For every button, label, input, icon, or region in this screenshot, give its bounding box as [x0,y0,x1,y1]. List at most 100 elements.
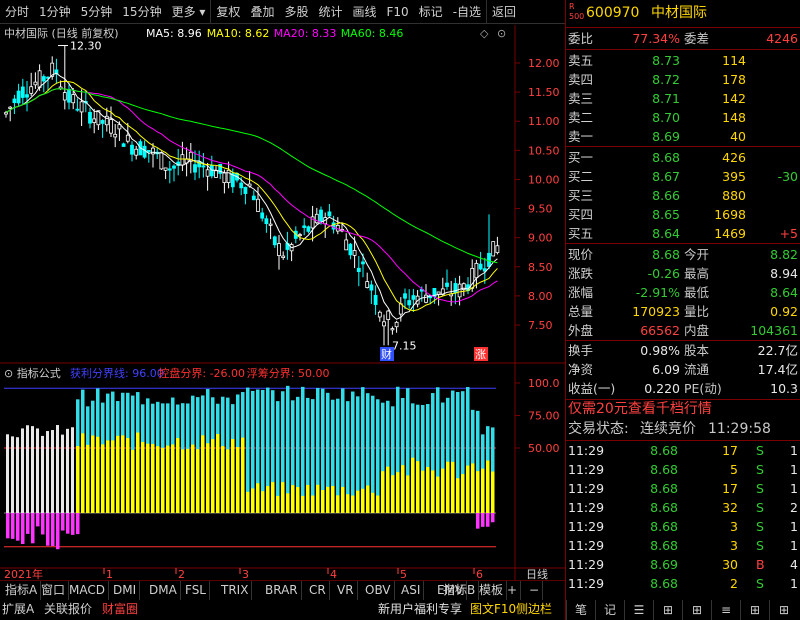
candle-body [348,243,353,256]
indicator-tab-1[interactable]: 窗口 [38,581,70,600]
wealth-circle-button[interactable]: 财富圈 [102,600,138,619]
ask-row[interactable]: 卖二 8.70 148 [566,108,800,127]
chart-area[interactable]: 中材国际 (日线 前复权) MA5: 8.96 MA10: 8.62 MA20: 8.… [0,25,565,581]
ask-row[interactable]: 卖三 8.71 142 [566,89,800,108]
bid-volume: 395 [722,169,746,184]
indicator-tab-4[interactable]: DMA [146,581,181,600]
bottom-icon-6[interactable]: ⊞ [740,600,769,620]
weicha-value: 4246 [766,31,798,46]
toolbar-item-9[interactable]: 画线 [347,0,381,24]
indicator-bar [86,444,90,513]
indicator-bar [251,488,255,513]
indicator-bar [186,448,190,513]
candle-body [319,209,323,222]
bottom-icon-2[interactable]: ☰ [624,600,653,620]
bottom-icon-4[interactable]: ⊞ [682,600,711,620]
toolbar-item-13[interactable]: 返回 [486,0,521,24]
toolbar-item-5[interactable]: 复权 [210,0,245,24]
bottom-icon-3[interactable]: ⊞ [653,600,682,620]
toolbar-item-2[interactable]: 5分钟 [76,0,118,24]
indicator-bar [431,470,435,513]
candle-body [344,239,349,251]
toolbar-item-0[interactable]: 分时 [0,0,34,24]
chart-title: 中材国际 (日线 前复权) [4,26,119,40]
indicator-tab-10[interactable]: OBV [362,581,395,600]
toolbar-item-4[interactable]: 更多 ▾ [167,0,211,24]
f10-button[interactable]: 图文F10 [470,600,516,619]
toolbar-item-3[interactable]: 15分钟 [117,0,166,24]
indicator-tab-16[interactable]: − [526,581,544,600]
toolbar-item-7[interactable]: 多股 [279,0,313,24]
tick-time: 11:29 [568,443,605,458]
candle-body [478,263,483,270]
bid-row[interactable]: 买一 8.68 426 [566,148,800,167]
bid-row[interactable]: 买二 8.67 395 -30 [566,167,800,186]
period-label[interactable]: 日线 [526,567,548,581]
indicator-tab-0[interactable]: 指标A [2,581,42,600]
indicator-tab-15[interactable]: + [504,581,522,600]
bid-label: 买五 [568,226,594,241]
expand-button[interactable]: 扩展A [2,600,34,619]
indicator-bar [471,463,475,513]
toolbar-item-1[interactable]: 1分钟 [34,0,76,24]
candle-body [100,120,105,124]
indicator-bar [96,436,100,513]
indicator-bar [56,513,60,550]
indicator-tab-2[interactable]: MACD [66,581,109,600]
stat2-label: 股本 [684,343,710,358]
indicator-tab-13[interactable]: 指标B [440,581,480,600]
indicator-bar [476,513,480,529]
upgrade-promo[interactable]: 仅需20元查看千档行情 [566,400,800,419]
indicator-tab-6[interactable]: TRIX [218,581,253,600]
stat-label: 涨跌 [568,266,594,281]
newuser-promo[interactable]: 新用户福利专享 [378,600,462,619]
toolbar-item-11[interactable]: 标记 [414,0,448,24]
bottom-icon-1[interactable]: 记 [595,600,624,620]
tick-row: 11:29 8.68 3 S 1 [566,517,800,536]
candle-body [445,282,449,287]
toolbar-item-10[interactable]: F10 [382,0,414,24]
indicator-bar [6,513,10,539]
indicator-tab-5[interactable]: FSL [182,581,210,600]
sidebar-button[interactable]: 侧边栏 [516,600,552,619]
rise-marker[interactable]: 涨 [475,348,486,361]
ask-row[interactable]: 卖五 8.73 114 [566,51,800,70]
indicator-bar [111,440,115,513]
stat-row: 总量 170923 量比 0.92 [566,302,800,321]
indicator-bar [311,495,315,513]
bid-row[interactable]: 买四 8.65 1698 [566,205,800,224]
bottom-icon-0[interactable]: 笔 [566,600,595,620]
indicator-tab-3[interactable]: DMI [110,581,141,600]
kline-chart-svg[interactable]: 中材国际 (日线 前复权) MA5: 8.96 MA10: 8.62 MA20: 8.… [0,25,565,581]
indicator-tab-7[interactable]: BRAR [262,581,302,600]
bid-row[interactable]: 买五 8.64 1469 +5 [566,224,800,243]
ask-row[interactable]: 卖四 8.72 178 [566,70,800,89]
indicator-tab-14[interactable]: 模板 [476,581,508,600]
upgrade-promo-text[interactable]: 仅需20元查看千档行情 [568,400,712,419]
indicator-bar [201,435,205,513]
ask-row[interactable]: 卖一 8.69 40 [566,127,800,146]
indicator-bar [16,437,19,513]
indicator-tab-8[interactable]: CR [306,581,330,600]
settings-icon[interactable]: ⊙ [497,27,506,40]
indicator-tab-9[interactable]: VR [334,581,358,600]
tick-time: 11:29 [568,576,605,591]
related-quote-button[interactable]: 关联报价 [44,600,92,619]
bottom-icon-5[interactable]: ≡ [711,600,740,620]
finance-marker[interactable]: 财 [381,347,392,361]
toolbar-item-6[interactable]: 叠加 [245,0,279,24]
candle-body [67,88,71,103]
toolbar-item-12[interactable]: -自选 [448,0,486,24]
indicator-name[interactable]: ⊙ 指标公式 [4,366,61,380]
tick-count: 1 [790,538,798,553]
indicator-bar [101,444,105,513]
bottom-icon-7[interactable]: ⊞ [769,600,798,620]
stat2-value: 0.220 [644,381,680,396]
bid-price: 8.67 [652,169,680,184]
candle-body [75,108,80,111]
toolbar-item-8[interactable]: 统计 [313,0,347,24]
indicator-tab-11[interactable]: ASI [398,581,425,600]
indicator-bar [371,492,375,513]
collapse-icon[interactable]: ◇ [480,27,489,40]
bid-row[interactable]: 买三 8.66 880 [566,186,800,205]
